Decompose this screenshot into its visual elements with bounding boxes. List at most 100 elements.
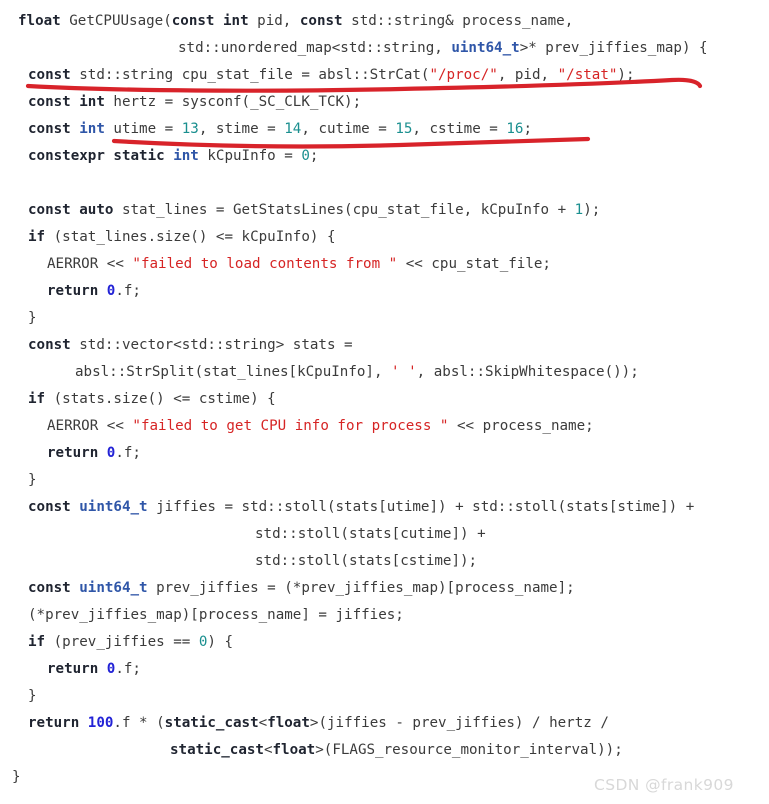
code-token-type: int: [79, 121, 105, 137]
code-token-plain: ;: [523, 121, 533, 137]
code-token-plain: std::stoll(stats[cstime]);: [255, 553, 478, 569]
code-token-num: 14: [284, 121, 302, 137]
code-token-type: uint64_t: [451, 40, 520, 56]
code-token-plain: (*prev_jiffies_map)[process_name] = jiff…: [28, 607, 404, 623]
code-token-str: "failed to load contents from ": [132, 256, 398, 272]
code-line: return 0.f;: [47, 283, 141, 299]
code-token-fnum: 100: [87, 715, 114, 731]
code-token-plain: }: [28, 310, 37, 326]
code-line: static_cast<float>(FLAGS_resource_monito…: [170, 742, 623, 758]
code-token-plain: AERROR <<: [47, 418, 133, 434]
code-token-plain: std::unordered_map<std::string,: [178, 40, 452, 56]
code-token-num: 1: [574, 202, 584, 218]
code-token-kw: return: [47, 445, 99, 461]
code-token-plain: }: [28, 472, 37, 488]
code-line: }: [12, 769, 21, 785]
code-token-plain: }: [28, 688, 37, 704]
code-token-plain: ;: [309, 148, 319, 164]
code-token-plain: , stime =: [198, 121, 285, 137]
code-token-kw: const int: [28, 94, 105, 110]
code-line: std::unordered_map<std::string, uint64_t…: [178, 40, 708, 56]
code-line: const std::vector<std::string> stats =: [28, 337, 353, 353]
code-token-kw: const: [299, 13, 343, 29]
code-token-kw: return: [47, 283, 99, 299]
code-token-plain: , absl::SkipWhitespace());: [416, 364, 639, 380]
code-token-plain: );: [617, 67, 635, 83]
code-token-plain: (stat_lines.size() <= kCpuInfo) {: [45, 229, 336, 245]
code-line: }: [28, 472, 37, 488]
code-token-kw: float: [267, 715, 310, 731]
code-token-type: uint64_t: [79, 580, 148, 596]
code-line: const std::string cpu_stat_file = absl::…: [28, 67, 635, 83]
code-token-plain: ) {: [207, 634, 234, 650]
code-token-plain: std::vector<std::string> stats =: [70, 337, 353, 353]
code-token-plain: <: [263, 742, 273, 758]
code-token-plain: , cutime =: [301, 121, 396, 137]
code-token-plain: >(jiffies - prev_jiffies) / hertz /: [309, 715, 609, 731]
code-token-kw: float: [18, 13, 61, 29]
code-token-plain: std::stoll(stats[cutime]) +: [255, 526, 486, 542]
code-viewer: float GetCPUUsage( const int pid, const s…: [0, 0, 769, 804]
code-line: const int utime = 13, stime = 14, cutime…: [28, 121, 532, 137]
code-token-plain: pid,: [248, 13, 300, 29]
code-line: (*prev_jiffies_map)[process_name] = jiff…: [28, 607, 404, 623]
code-token-plain: utime =: [104, 121, 182, 137]
code-token-plain: GetCPUUsage(: [60, 13, 172, 29]
code-token-kw: float: [272, 742, 316, 758]
code-token-plain: }: [12, 769, 21, 785]
code-token-plain: hertz = sysconf(_SC_CLK_TCK);: [104, 94, 362, 110]
code-token-num: 16: [506, 121, 524, 137]
code-token-plain: AERROR <<: [47, 256, 133, 272]
code-line: return 100.f * (static_cast<float>(jiffi…: [28, 715, 609, 731]
code-token-kw: const: [28, 499, 80, 515]
code-line: const auto stat_lines = GetStatsLines(cp…: [28, 202, 600, 218]
code-token-plain: );: [583, 202, 601, 218]
code-token-kw: const: [28, 337, 71, 353]
code-token-kw: const: [28, 121, 80, 137]
code-line: float GetCPUUsage(const int pid, const s…: [18, 13, 573, 29]
code-line: }: [28, 310, 37, 326]
code-token-plain: stat_lines = GetStatsLines(cpu_stat_file…: [113, 202, 575, 218]
code-token-plain: >(FLAGS_resource_monitor_interval));: [315, 742, 623, 758]
code-token-plain: absl::StrSplit(stat_lines[kCpuInfo],: [75, 364, 392, 380]
code-token-num: 13: [181, 121, 199, 137]
code-token-kw: return: [47, 661, 99, 677]
code-token-type: int: [173, 148, 199, 164]
code-token-plain: , cstime =: [412, 121, 507, 137]
code-token-str: "/proc/": [429, 67, 498, 83]
code-token-plain: << cpu_stat_file;: [397, 256, 551, 272]
code-token-plain: , pid,: [497, 67, 558, 83]
code-token-plain: .f;: [115, 445, 141, 461]
code-line: if (stats.size() <= cstime) {: [28, 391, 276, 407]
code-token-plain: (prev_jiffies ==: [45, 634, 199, 650]
csdn-watermark: CSDN @frank909: [594, 776, 734, 794]
code-line: return 0.f;: [47, 661, 141, 677]
code-line: }: [28, 688, 37, 704]
code-token-kw: const: [28, 580, 80, 596]
code-token-type: uint64_t: [79, 499, 148, 515]
code-token-kw: constexpr static: [28, 148, 174, 164]
code-token-num: 15: [395, 121, 413, 137]
code-line: AERROR << "failed to get CPU info for pr…: [47, 418, 594, 434]
code-token-plain: .f * (: [113, 715, 165, 731]
code-token-plain: <: [258, 715, 268, 731]
code-token-kw: const: [28, 67, 71, 83]
code-line: if (prev_jiffies == 0) {: [28, 634, 233, 650]
code-token-num: 0: [301, 148, 310, 164]
code-token-kw: static_cast: [164, 715, 259, 731]
code-token-kw: const auto: [28, 202, 114, 218]
code-token-kw: if: [28, 634, 46, 650]
code-token-str: "failed to get CPU info for process ": [132, 418, 449, 434]
code-line: AERROR << "failed to load contents from …: [47, 256, 551, 272]
code-token-plain: jiffies = std::stoll(stats[utime]) + std…: [147, 499, 695, 515]
code-token-kw: if: [28, 391, 46, 407]
code-token-plain: std::string cpu_stat_file = absl::StrCat…: [70, 67, 430, 83]
code-line: const uint64_t prev_jiffies = (*prev_jif…: [28, 580, 575, 596]
code-token-plain: prev_jiffies = (*prev_jiffies_map)[proce…: [147, 580, 575, 596]
code-line: return 0.f;: [47, 445, 141, 461]
code-line: absl::StrSplit(stat_lines[kCpuInfo], ' '…: [75, 364, 639, 380]
